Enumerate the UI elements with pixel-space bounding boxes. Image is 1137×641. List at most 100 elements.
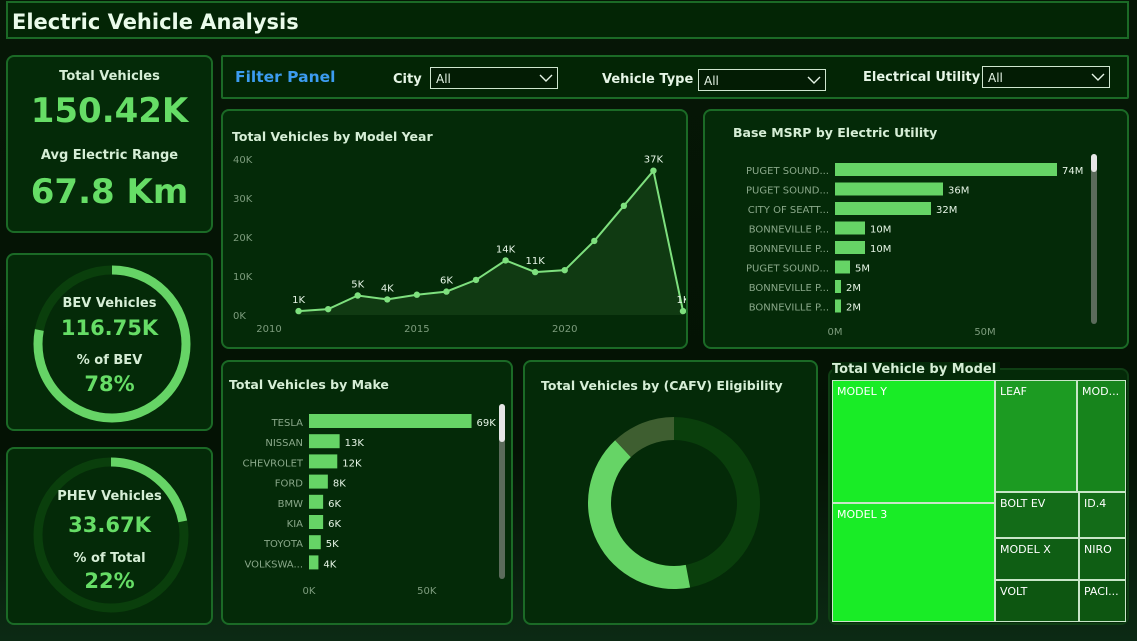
category-label: CHEVROLET — [243, 458, 304, 469]
category-label: VOLKSWA... — [244, 559, 303, 570]
cafv-chart-card: Total Vehicles by (CAFV) Eligibility — [523, 360, 818, 625]
bar — [309, 474, 328, 489]
make-chart: TESLA 69K NISSAN 13K CHEVROLET 12K FORD 8K BMW 6K… — [243, 414, 497, 597]
treemap-cell[interactable]: PACI... — [1079, 580, 1126, 622]
filter-panel-title: Filter Panel — [235, 68, 336, 86]
model-treemap-title: Total Vehicle by Model — [832, 362, 1001, 377]
data-point — [324, 305, 332, 313]
x-tick-label: 2010 — [256, 324, 281, 335]
model-year-chart-card: Total Vehicles by Model Year 0K 10K 20K 30K… — [221, 109, 688, 349]
data-point — [679, 307, 686, 315]
treemap-cell[interactable]: BOLT EV — [995, 492, 1079, 538]
title-bar: Electric Vehicle Analysis — [6, 1, 1129, 39]
cafv-chart — [588, 417, 760, 589]
treemap-cell[interactable]: MODEL X — [995, 538, 1079, 580]
utility-dropdown[interactable]: All — [982, 66, 1110, 88]
treemap-label: MODEL X — [1000, 543, 1051, 556]
data-label: 69K — [477, 418, 497, 429]
data-label: 12K — [342, 458, 362, 469]
bar — [835, 221, 865, 235]
total-vehicles-label: Total Vehicles — [59, 69, 160, 84]
chevron-down-icon — [807, 76, 821, 84]
data-point — [591, 237, 598, 245]
data-label: 74M — [1062, 166, 1083, 177]
y-tick-label: 40K — [233, 155, 253, 166]
model-treemap: MODEL Y MODEL 3 LEAF MOD... BOLT EV ID.4… — [832, 380, 1126, 622]
treemap-cell[interactable]: VOLT — [995, 580, 1079, 622]
phev-pct-label: % of Total — [73, 551, 146, 566]
msrp-scrollbar-thumb[interactable] — [1091, 154, 1097, 172]
msrp-scrollbar[interactable] — [1091, 154, 1097, 324]
data-label: 11K — [525, 256, 545, 267]
bev-label: BEV Vehicles — [62, 296, 157, 311]
donut-slice — [588, 440, 691, 589]
bar — [835, 182, 943, 196]
bar — [309, 515, 324, 529]
kpi-total-card: Total Vehicles 150.42K Avg Electric Rang… — [6, 55, 213, 233]
x-tick-label: 2015 — [404, 324, 429, 335]
phev-label: PHEV Vehicles — [57, 489, 162, 504]
model-year-chart: 0K 10K 20K 30K 40K 2010 2015 2020 1K 5K 4K 6K 14K 11K… — [233, 155, 686, 335]
bar — [835, 202, 931, 215]
treemap-label: PACI... — [1084, 585, 1119, 598]
donut-slice — [674, 417, 760, 588]
data-point — [413, 291, 421, 298]
category-label: TESLA — [271, 418, 304, 429]
vehicle-type-dropdown[interactable]: All — [698, 69, 826, 91]
category-label: BONNEVILLE P... — [749, 283, 829, 294]
chevron-down-icon — [1091, 73, 1105, 81]
bev-pct-value: 78% — [84, 372, 135, 396]
city-dropdown[interactable]: All — [430, 67, 558, 89]
category-label: KIA — [287, 519, 304, 530]
data-label: 6K — [328, 519, 341, 530]
bar — [309, 535, 321, 550]
x-tick-label: 0M — [828, 327, 843, 338]
data-label: 5K — [351, 280, 364, 291]
bar — [835, 163, 1057, 176]
category-label: CITY OF SEATT... — [748, 205, 829, 216]
treemap-label: BOLT EV — [1000, 497, 1046, 510]
category-label: PUGET SOUND... — [746, 166, 829, 177]
category-label: TOYOTA — [263, 539, 303, 550]
data-label: 5M — [855, 264, 870, 275]
x-tick-label: 0K — [303, 586, 316, 597]
avg-range-value: 67.8 Km — [30, 172, 189, 212]
treemap-cell[interactable]: MOD... — [1077, 380, 1126, 492]
treemap-cell[interactable]: LEAF — [995, 380, 1077, 492]
category-label: PUGET SOUND... — [746, 186, 829, 197]
data-label: 1K — [292, 295, 305, 306]
vehicle-type-filter-label: Vehicle Type — [602, 72, 694, 87]
avg-range-label: Avg Electric Range — [40, 148, 179, 163]
treemap-cell[interactable]: MODEL 3 — [832, 503, 995, 622]
treemap-label: MODEL 3 — [837, 508, 888, 521]
x-tick-label: 50K — [417, 586, 437, 597]
data-point — [531, 268, 539, 276]
chevron-down-icon — [539, 74, 553, 82]
filter-panel: Filter Panel City All Vehicle Type All E… — [221, 55, 1129, 99]
model-treemap-card: Total Vehicle by Model MODEL Y MODEL 3 L… — [828, 362, 1129, 625]
city-filter-label: City — [393, 72, 422, 87]
make-scrollbar-thumb[interactable] — [499, 404, 505, 442]
category-label: BMW — [278, 499, 303, 510]
bev-pct-label: % of BEV — [76, 353, 143, 368]
category-label: FORD — [275, 479, 304, 490]
category-label: PUGET SOUND... — [746, 264, 829, 275]
bar — [309, 414, 472, 428]
msrp-utility-chart: PUGET SOUND... 74M PUGET SOUND... 36M CITY O… — [746, 163, 1083, 338]
treemap-cell[interactable]: NIRO — [1079, 538, 1126, 580]
bar — [835, 241, 865, 254]
data-label: 10M — [870, 244, 891, 255]
y-tick-label: 30K — [233, 194, 253, 205]
phev-value: 33.67K — [68, 513, 151, 537]
category-label: BONNEVILLE P... — [749, 225, 829, 236]
bar — [835, 299, 841, 313]
treemap-cell[interactable]: ID.4 — [1079, 492, 1126, 538]
treemap-label: ID.4 — [1084, 497, 1107, 510]
data-label: 6K — [440, 276, 453, 287]
treemap-cell[interactable]: MODEL Y — [832, 380, 995, 503]
x-tick-label: 50M — [974, 327, 995, 338]
utility-dropdown-value: All — [988, 71, 1003, 85]
data-point — [443, 288, 450, 295]
treemap-label: LEAF — [1000, 385, 1027, 398]
bar — [309, 494, 324, 509]
